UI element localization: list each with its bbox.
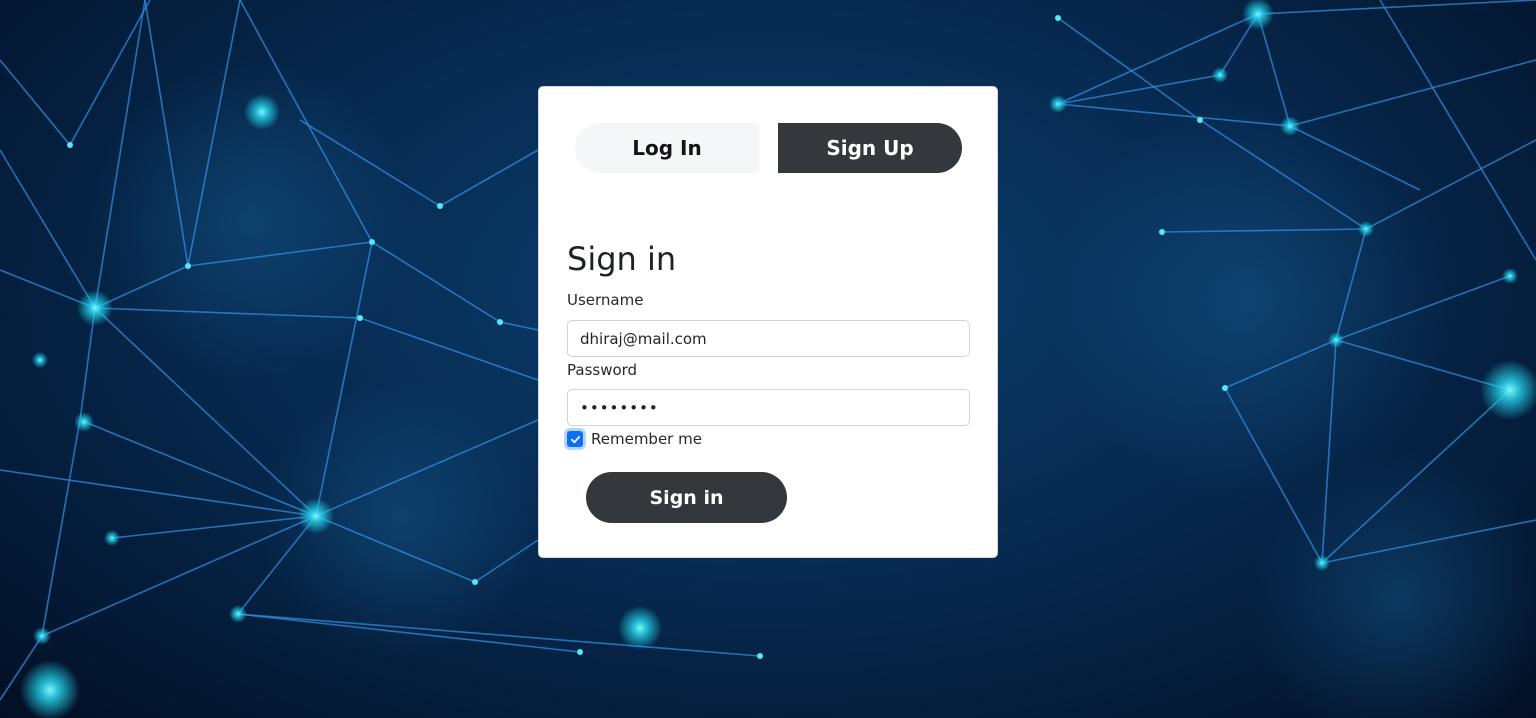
password-input[interactable] xyxy=(567,389,970,426)
tab-login[interactable]: Log In xyxy=(575,123,759,173)
remember-me-row: Remember me xyxy=(567,430,702,448)
tab-signup[interactable]: Sign Up xyxy=(778,123,962,173)
page-title: Sign in xyxy=(567,240,677,278)
remember-me-checkbox[interactable] xyxy=(567,431,583,447)
password-label: Password xyxy=(567,361,638,379)
check-icon xyxy=(570,435,580,443)
username-label: Username xyxy=(567,291,644,309)
remember-me-label: Remember me xyxy=(591,430,702,448)
username-input[interactable] xyxy=(567,320,970,357)
auth-card: Log In Sign Up Sign in Username Password… xyxy=(538,86,998,558)
sign-in-button[interactable]: Sign in xyxy=(586,472,787,523)
